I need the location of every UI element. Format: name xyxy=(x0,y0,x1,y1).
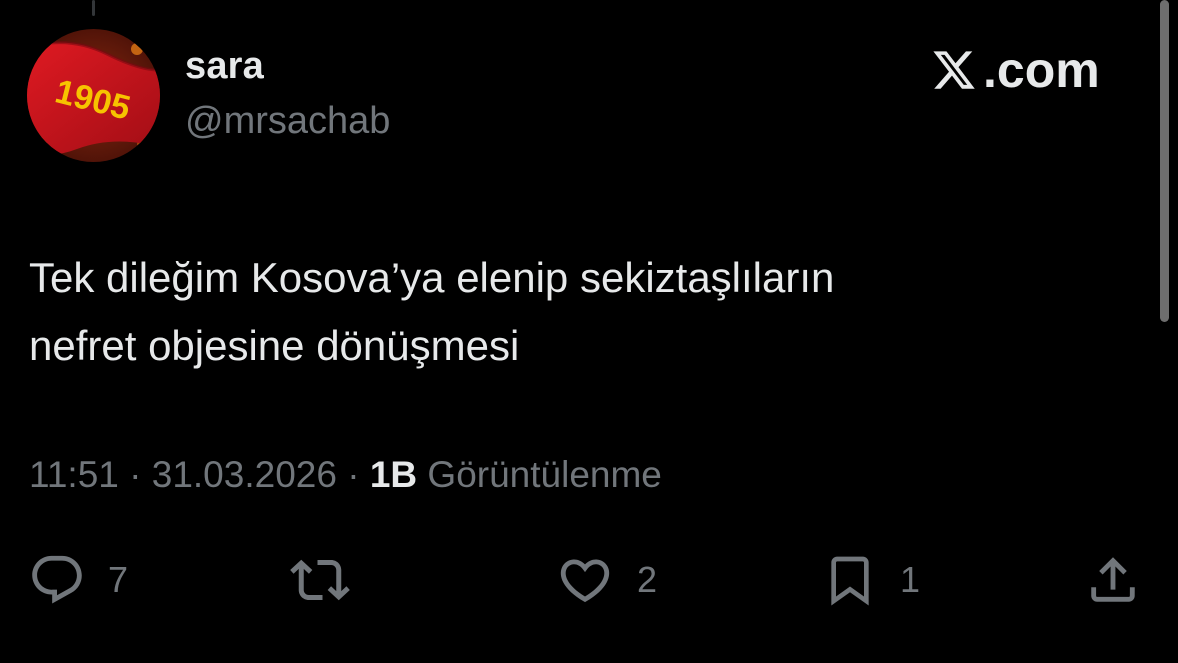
thread-connector-line xyxy=(92,0,95,16)
tweet-text: Tek dileğim Kosova’ya elenip sekiztaşlıl… xyxy=(29,244,1129,380)
tweet-date[interactable]: 31.03.2026 xyxy=(152,454,337,495)
bookmark-count: 1 xyxy=(900,559,921,600)
like-button[interactable]: 2 xyxy=(555,550,657,610)
share-icon xyxy=(1091,557,1135,602)
scrollbar[interactable] xyxy=(1160,0,1169,322)
tweet-text-line: Tek dileğim Kosova’ya elenip sekiztaşlıl… xyxy=(29,254,835,301)
repost-icon xyxy=(290,559,350,601)
brand-watermark: .com xyxy=(931,42,1100,98)
author-display-name[interactable]: sara xyxy=(185,45,264,88)
meta-separator: · xyxy=(336,454,370,495)
tweet-time[interactable]: 11:51 xyxy=(29,454,119,495)
reply-button[interactable]: 7 xyxy=(28,550,128,610)
tweet-text-line: nefret objesine dönüşmesi xyxy=(29,322,520,369)
brand-text: .com xyxy=(983,42,1100,98)
views-label[interactable]: Görüntülenme xyxy=(417,454,661,495)
repost-button[interactable] xyxy=(288,550,352,610)
reply-count: 7 xyxy=(108,559,129,600)
like-count: 2 xyxy=(637,559,658,600)
heart-icon xyxy=(560,559,610,603)
avatar[interactable]: 1905 xyxy=(27,29,160,162)
author-handle[interactable]: @mrsachab xyxy=(185,100,390,143)
avatar-flag-icon: 1905 xyxy=(27,29,160,162)
x-logo-icon xyxy=(933,51,975,89)
views-count[interactable]: 1B xyxy=(370,454,417,495)
bookmark-icon xyxy=(831,556,869,606)
action-bar: 7 2 1 xyxy=(0,550,1178,610)
meta-separator: · xyxy=(118,454,152,495)
share-button[interactable] xyxy=(1084,550,1142,610)
bookmark-button[interactable]: 1 xyxy=(822,550,920,610)
reply-icon xyxy=(32,555,82,604)
tweet-meta: 11:51 · 31.03.2026 · 1B Görüntülenme xyxy=(29,454,662,496)
